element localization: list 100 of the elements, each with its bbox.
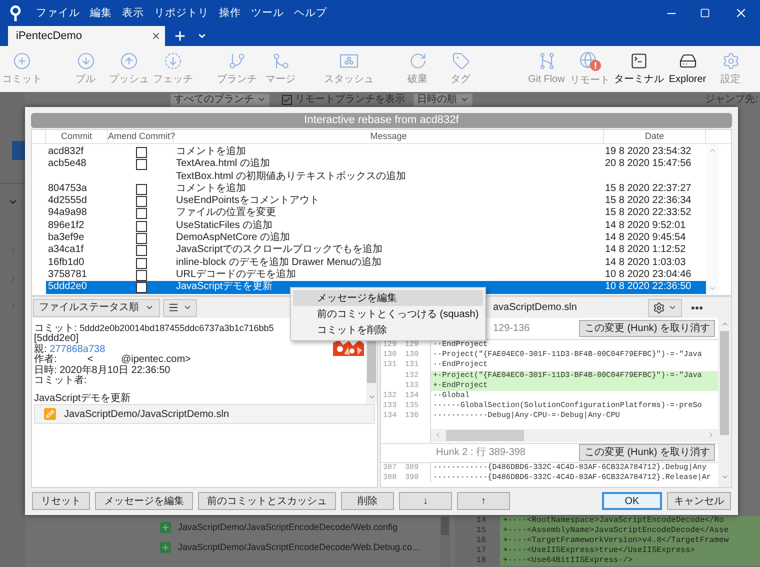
detail-line: 日時: 2020年8月10日 22:36:50 — [34, 366, 170, 376]
plus-circle-icon — [13, 52, 31, 70]
scrollbar-thumb[interactable] — [441, 517, 449, 535]
menu-item[interactable]: 表示 — [117, 6, 149, 20]
column-header[interactable]: Date — [604, 130, 706, 143]
branch-filter[interactable]: すべてのブランチ — [170, 92, 270, 106]
settings-dropdown[interactable] — [648, 298, 682, 316]
commit-row[interactable]: acb5e48 TextArea.html の追加 TextBox.html の初期値ありテキストボックスの追加 20 8 2020 15:47:56 — [46, 158, 706, 183]
amend-checkbox[interactable] — [136, 282, 146, 294]
commit-message: コメントを追加 — [175, 182, 247, 196]
dialog-button[interactable]: ↓ — [399, 492, 452, 510]
dialog-button[interactable]: リセット — [32, 492, 90, 510]
discard-hunk-button[interactable]: この変更 (Hunk) を取り消す — [579, 320, 715, 337]
dialog-button[interactable]: メッセージを編集 — [95, 492, 193, 510]
menu-item[interactable]: 操作 — [214, 6, 246, 20]
scroll-down-icon[interactable] — [720, 473, 728, 481]
dropdown-icon[interactable] — [197, 31, 207, 41]
diff-file-name: avaScriptDemo.sln — [493, 301, 577, 315]
amend-checkbox[interactable] — [136, 159, 146, 170]
toolbar-button[interactable]: Explorer — [666, 47, 709, 91]
column-header[interactable]: Message — [174, 130, 604, 143]
new-tab-icon[interactable] — [173, 29, 187, 43]
commit-date: 19 8 2020 23:54:32 — [604, 146, 692, 158]
file-row[interactable]: JavaScriptDemo/JavaScriptDemo.sln — [34, 404, 375, 424]
view-dropdown[interactable] — [163, 298, 197, 316]
commit-row[interactable]: a34ca1f JavaScriptでのスクロールブロックでもを追加 14 8 2020 1:12:52 — [46, 244, 706, 257]
chevron-down-icon — [460, 95, 469, 104]
terminal-icon — [630, 52, 648, 70]
commit-row[interactable]: acd832f コメントを追加 19 8 2020 23:54:32 — [46, 146, 706, 158]
gear-icon — [653, 302, 665, 314]
dialog-button[interactable]: 削除 — [341, 492, 394, 510]
dialog-title: Interactive rebase from acd832f — [31, 113, 732, 128]
menu-item[interactable]: ファイル — [31, 6, 85, 20]
scroll-down-icon[interactable] — [368, 393, 376, 401]
commit-row[interactable]: 896e1f2 UseStaticFiles の追加 14 8 2020 9:52:01 — [46, 220, 706, 232]
menu-item[interactable]: ヘルプ — [289, 6, 332, 20]
commit-row[interactable]: ba3ef9e DemoAspNetCore の追加 14 8 2020 9:45:54 — [46, 232, 706, 244]
cancel-button[interactable]: キャンセル — [667, 492, 731, 510]
checkbox[interactable] — [282, 94, 292, 104]
maximize-icon[interactable] — [700, 8, 710, 18]
toolbar-button[interactable]: ターミナル — [612, 47, 666, 91]
hunk-title: Hunk 2 : 行 389-398 — [436, 446, 526, 460]
commit-date: 15 8 2020 22:33:52 — [604, 207, 692, 220]
flow-lines-icon — [538, 52, 556, 70]
commit-row[interactable]: 804753a コメントを追加 15 8 2020 22:37:27 — [46, 182, 706, 196]
amend-checkbox[interactable] — [136, 220, 146, 232]
close-icon[interactable] — [734, 6, 748, 20]
amend-checkbox[interactable] — [136, 245, 146, 256]
detail-line: コミット: 5ddd2e0b20014bd187455ddc6737a3b1c716bb5 — [34, 323, 274, 334]
commit-date: 10 8 2020 23:04:46 — [604, 268, 692, 282]
dialog-button[interactable]: 前のコミットとスカッシュ — [198, 492, 336, 510]
commit-row[interactable]: 94a9a98 ファイルの位置を変更 15 8 2020 22:33:52 — [46, 207, 706, 220]
menu-item[interactable]: 前のコミットとくっつける (squash) — [293, 306, 483, 322]
menu-item[interactable]: メッセージを編集 — [293, 290, 483, 306]
menu-item[interactable]: ツール — [246, 6, 289, 20]
amend-checkbox[interactable] — [136, 258, 146, 269]
dialog-button[interactable]: ↑ — [457, 492, 510, 510]
scroll-up-icon[interactable] — [720, 320, 728, 328]
commit-date: 15 8 2020 22:37:27 — [604, 182, 692, 196]
commit-message: UseStaticFiles の追加 — [175, 220, 274, 232]
commit-date: 14 8 2020 1:12:52 — [604, 244, 687, 257]
parent-link[interactable]: 277868a738 — [50, 344, 106, 355]
commit-date: 20 8 2020 15:47:56 — [604, 158, 692, 172]
commit-row[interactable]: 4d2555d UseEndPointsをコメントアウト 15 8 2020 22:36:34 — [46, 195, 706, 208]
commit-hash: 16fb1d0 — [47, 256, 86, 269]
chevron-down-icon — [257, 95, 266, 104]
commit-date: 14 8 2020 9:52:01 — [604, 220, 687, 232]
chevron-down-icon[interactable] — [8, 197, 18, 207]
scrollbar-thumb[interactable] — [720, 331, 729, 435]
detail-line: [5ddd2e0] — [34, 334, 78, 344]
amend-checkbox[interactable] — [136, 147, 146, 158]
amend-checkbox[interactable] — [136, 270, 146, 281]
amend-checkbox[interactable] — [136, 208, 146, 220]
commit-message: URLデコードのデモを追加 — [175, 268, 298, 281]
amend-checkbox[interactable] — [136, 184, 146, 195]
commit-message: inline-block のデモを追加 Drawer Menuの追加 — [175, 256, 383, 268]
commit-row[interactable]: 3758781 URLデコードのデモを追加 10 8 2020 23:04:46 — [46, 268, 706, 282]
commit-row[interactable]: 16fb1d0 inline-block のデモを追加 Drawer Menuの追加 14 8 2020 1:03:03 — [46, 256, 706, 269]
discard-hunk-button[interactable]: この変更 (Hunk) を取り消す — [579, 444, 715, 461]
column-header[interactable]: Commit — [46, 130, 108, 143]
close-icon[interactable] — [151, 31, 161, 41]
sort-dropdown[interactable]: ファイルステータス順 — [33, 298, 160, 316]
scrollbar-thumb[interactable] — [446, 430, 524, 440]
stash-box-icon — [339, 52, 359, 70]
ok-button[interactable]: OK — [602, 492, 662, 510]
amend-checkbox[interactable] — [136, 233, 146, 244]
commit-message: DemoAspNetCore の追加 — [175, 232, 291, 244]
column-header[interactable]: Amend Commit? — [108, 130, 174, 143]
tab[interactable]: iPentecDemo — [8, 26, 165, 46]
commit-hash: acb5e48 — [47, 158, 88, 172]
amend-checkbox[interactable] — [136, 196, 146, 208]
order-dropdown[interactable]: 日時の順 — [413, 92, 473, 106]
commit-date: 15 8 2020 22:36:34 — [604, 195, 692, 208]
menu-item[interactable]: 編集 — [85, 6, 117, 20]
commit-date: 14 8 2020 1:03:03 — [604, 256, 687, 269]
menu-item[interactable]: リポジトリ — [149, 6, 214, 20]
chevron-down-icon — [145, 303, 154, 312]
commit-hash: a34ca1f — [47, 244, 85, 257]
menu-item[interactable]: コミットを削除 — [293, 322, 483, 338]
hunk-title: 129-136 — [493, 322, 530, 336]
